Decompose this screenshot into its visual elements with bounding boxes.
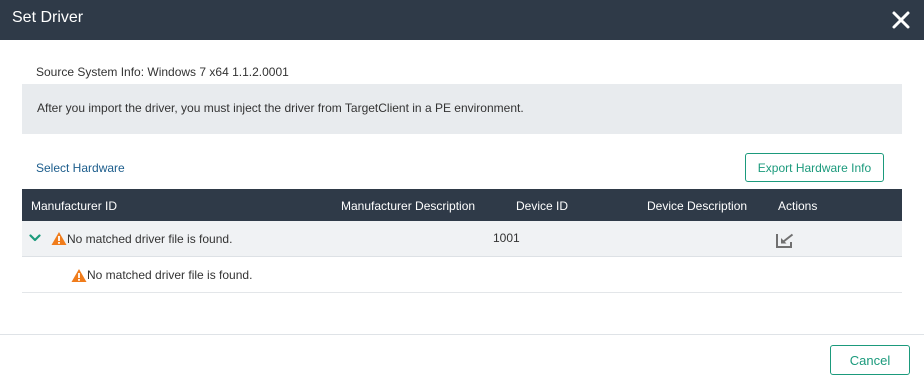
select-hardware-link[interactable]: Select Hardware [36,161,125,175]
footer-divider [0,334,924,335]
cancel-button[interactable]: Cancel [830,345,910,375]
column-manufacturer-description: Manufacturer Description [341,199,476,213]
table-row[interactable]: No matched driver file is found. 1001 [22,221,902,257]
dialog-title: Set Driver [12,9,84,26]
table-header: Manufacturer ID Manufacturer Description… [22,189,902,221]
column-device-description: Device Description [647,199,748,213]
source-system-info: Source System Info: Windows 7 x64 1.1.2.… [36,65,289,79]
warning-icon [51,232,67,245]
device-id-cell: 1001 [493,231,520,245]
warning-icon [71,269,87,282]
import-icon[interactable] [776,232,794,248]
dialog-titlebar: Set Driver [0,0,924,40]
column-actions: Actions [778,199,818,213]
column-manufacturer-id: Manufacturer ID [31,199,118,213]
close-icon[interactable] [890,9,912,31]
notice-text: After you import the driver, you must in… [37,101,524,115]
notice-banner: After you import the driver, you must in… [22,84,902,134]
manufacturer-id-cell: No matched driver file is found. [67,232,233,246]
chevron-down-icon[interactable] [29,233,41,243]
export-hardware-info-button[interactable]: Export Hardware Info [745,153,884,182]
column-device-id: Device ID [516,199,569,213]
child-manufacturer-id-cell: No matched driver file is found. [87,268,253,282]
table-row: No matched driver file is found. [22,257,902,293]
